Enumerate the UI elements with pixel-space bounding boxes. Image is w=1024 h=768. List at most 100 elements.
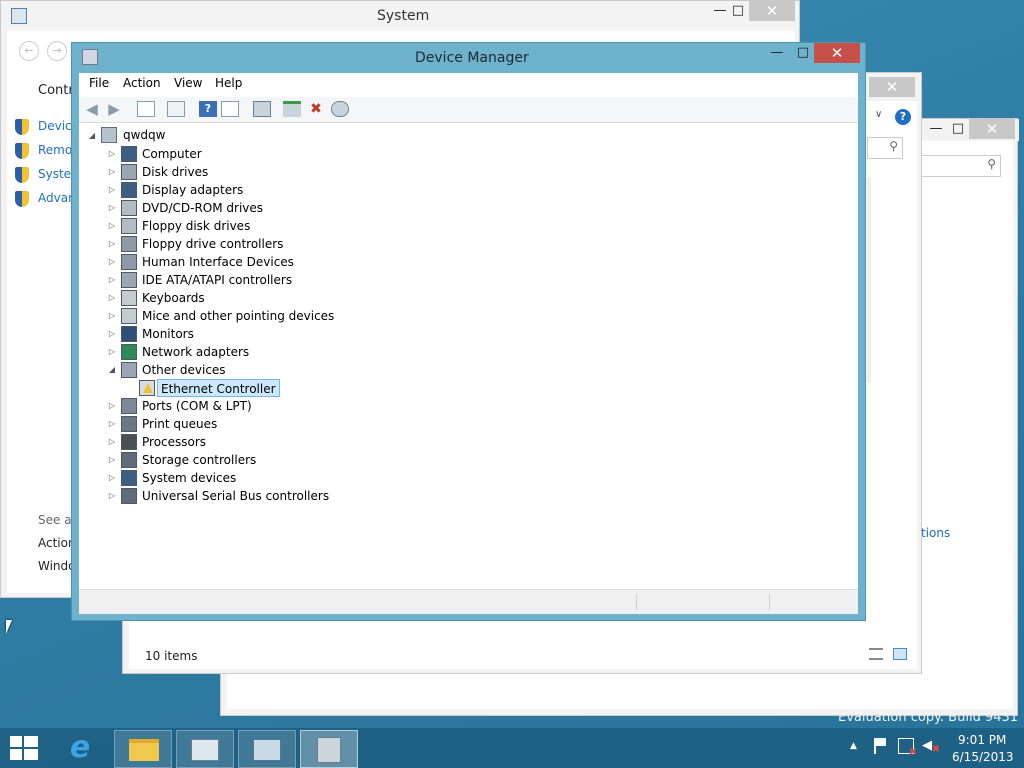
see-also-link-windows[interactable]: Windo (38, 559, 76, 573)
computer-root-icon (101, 127, 117, 143)
expand-arrow-icon[interactable]: ▷ (107, 253, 117, 271)
search-box[interactable]: ⚲ (911, 155, 1001, 177)
tree-category-item[interactable]: Computer (142, 145, 202, 163)
forward-button[interactable]: → (47, 41, 67, 61)
see-also-link-action[interactable]: Action (38, 536, 76, 550)
collapse-arrow-icon[interactable]: ◢ (87, 127, 97, 145)
expand-arrow-icon[interactable]: ▷ (107, 235, 117, 253)
tree-category-item[interactable]: Floppy drive controllers (142, 235, 283, 253)
start-button[interactable] (10, 736, 38, 760)
system-icon (11, 8, 27, 24)
search-box[interactable]: ⚲ (867, 137, 903, 159)
chevron-down-icon[interactable]: ∨ (875, 109, 882, 120)
help-icon[interactable]: ? (199, 101, 217, 117)
tree-category-item[interactable]: Keyboards (142, 289, 205, 307)
tree-device-item[interactable]: Ethernet Controller (157, 379, 280, 397)
expand-arrow-icon[interactable]: ▷ (107, 469, 117, 487)
clock-date[interactable]: 6/15/2013 (952, 750, 1014, 764)
tree-category-item[interactable]: Network adapters (142, 343, 249, 361)
uninstall-icon[interactable]: ✖ (307, 101, 325, 117)
properties-icon[interactable] (167, 101, 185, 117)
system-taskbar-button[interactable] (238, 730, 296, 768)
scan-hardware-icon[interactable] (253, 101, 271, 117)
tree-category-item[interactable]: Floppy disk drives (142, 217, 250, 235)
network-disconnected-icon[interactable]: ✖ (898, 738, 917, 758)
expand-arrow-icon[interactable]: ▷ (107, 181, 117, 199)
expand-arrow-icon[interactable]: ▷ (107, 163, 117, 181)
tree-category-item[interactable]: IDE ATA/ATAPI controllers (142, 271, 292, 289)
network-adapter-icon (121, 344, 137, 360)
expand-arrow-icon[interactable]: ▷ (107, 487, 117, 505)
help-icon[interactable]: ? (895, 109, 911, 125)
back-icon[interactable]: ◀ (83, 101, 101, 117)
close-button[interactable]: ✕ (814, 43, 860, 63)
disk-drive-icon (121, 164, 137, 180)
volume-muted-icon[interactable]: ◀ ✖ (922, 738, 940, 755)
tree-category-item[interactable]: Disk drives (142, 163, 208, 181)
tree-category-item[interactable]: Other devices (142, 361, 226, 379)
device-manager-taskbar-button[interactable] (300, 730, 358, 768)
expand-arrow-icon[interactable]: ▷ (107, 145, 117, 163)
tree-root[interactable]: qwdqw (123, 126, 165, 144)
expand-arrow-icon[interactable]: ▷ (107, 199, 117, 217)
details-view-icon[interactable] (869, 648, 883, 660)
device-tree[interactable]: ◢ qwdqw ▷ Computer ▷ Disk drives ▷ Display ad… (79, 125, 858, 605)
dvd-drive-icon (121, 200, 137, 216)
action-center-flag-icon[interactable] (874, 738, 890, 754)
tree-category-item[interactable]: Ports (COM & LPT) (142, 397, 252, 415)
shield-icon (15, 119, 29, 135)
expand-arrow-icon[interactable]: ▷ (107, 289, 117, 307)
expand-arrow-icon[interactable]: ▷ (107, 343, 117, 361)
tree-category-item[interactable]: System devices (142, 469, 236, 487)
expand-arrow-icon[interactable]: ▷ (107, 415, 117, 433)
device-manager-icon (317, 737, 341, 763)
expand-arrow-icon[interactable]: ▷ (107, 307, 117, 325)
tree-category-item[interactable]: Human Interface Devices (142, 253, 294, 271)
disable-device-icon[interactable] (331, 101, 349, 117)
file-explorer-taskbar-button[interactable] (114, 730, 172, 768)
shield-icon (15, 167, 29, 183)
partial-link[interactable]: tions (921, 526, 950, 540)
menu-view[interactable]: View (174, 73, 202, 93)
expand-arrow-icon[interactable]: ▷ (107, 433, 117, 451)
usb-icon (121, 488, 137, 504)
internet-explorer-icon[interactable]: e (64, 732, 96, 764)
tree-category-item[interactable]: DVD/CD-ROM drives (142, 199, 263, 217)
show-hide-console-tree-icon[interactable] (137, 101, 155, 117)
close-button[interactable]: ✕ (869, 77, 915, 97)
menu-file[interactable]: File (89, 73, 109, 93)
expand-arrow-icon[interactable]: ▷ (107, 325, 117, 343)
show-hide-action-pane-icon[interactable] (221, 101, 239, 117)
close-button[interactable]: ✕ (749, 1, 795, 21)
tree-category-item[interactable]: Monitors (142, 325, 194, 343)
tree-category-item[interactable]: Universal Serial Bus controllers (142, 487, 329, 505)
expand-arrow-icon[interactable]: ▷ (107, 271, 117, 289)
menu-action[interactable]: Action (123, 73, 161, 93)
control-panel-taskbar-button[interactable] (176, 730, 234, 768)
update-driver-icon[interactable] (283, 101, 301, 117)
search-icon: ⚲ (889, 139, 898, 153)
large-icons-view-icon[interactable] (893, 648, 907, 660)
menu-bar: File Action View Help (79, 73, 858, 95)
close-button[interactable]: ✕ (969, 119, 1015, 139)
show-hidden-icons-icon[interactable]: ▲ (850, 741, 857, 751)
warning-icon (143, 383, 153, 393)
expand-arrow-icon[interactable]: ▷ (107, 451, 117, 469)
device-manager-window: Device Manager — □ ✕ File Action View He… (71, 42, 866, 621)
tree-category-item[interactable]: Processors (142, 433, 206, 451)
collapse-arrow-icon[interactable]: ◢ (107, 361, 117, 379)
expand-arrow-icon[interactable]: ▷ (107, 217, 117, 235)
window-title: System (377, 8, 430, 24)
tree-category-item[interactable]: Print queues (142, 415, 217, 433)
forward-icon[interactable]: ▶ (105, 101, 123, 117)
tree-category-item[interactable]: Storage controllers (142, 451, 256, 469)
expand-arrow-icon[interactable]: ▷ (107, 397, 117, 415)
back-button[interactable]: ← (19, 41, 39, 61)
window-title: Device Manager (415, 50, 529, 66)
menu-help[interactable]: Help (215, 73, 242, 93)
warning-device-icon (139, 380, 155, 396)
status-bar (79, 589, 858, 614)
clock-time[interactable]: 9:01 PM (958, 733, 1006, 747)
tree-category-item[interactable]: Display adapters (142, 181, 243, 199)
tree-category-item[interactable]: Mice and other pointing devices (142, 307, 334, 325)
